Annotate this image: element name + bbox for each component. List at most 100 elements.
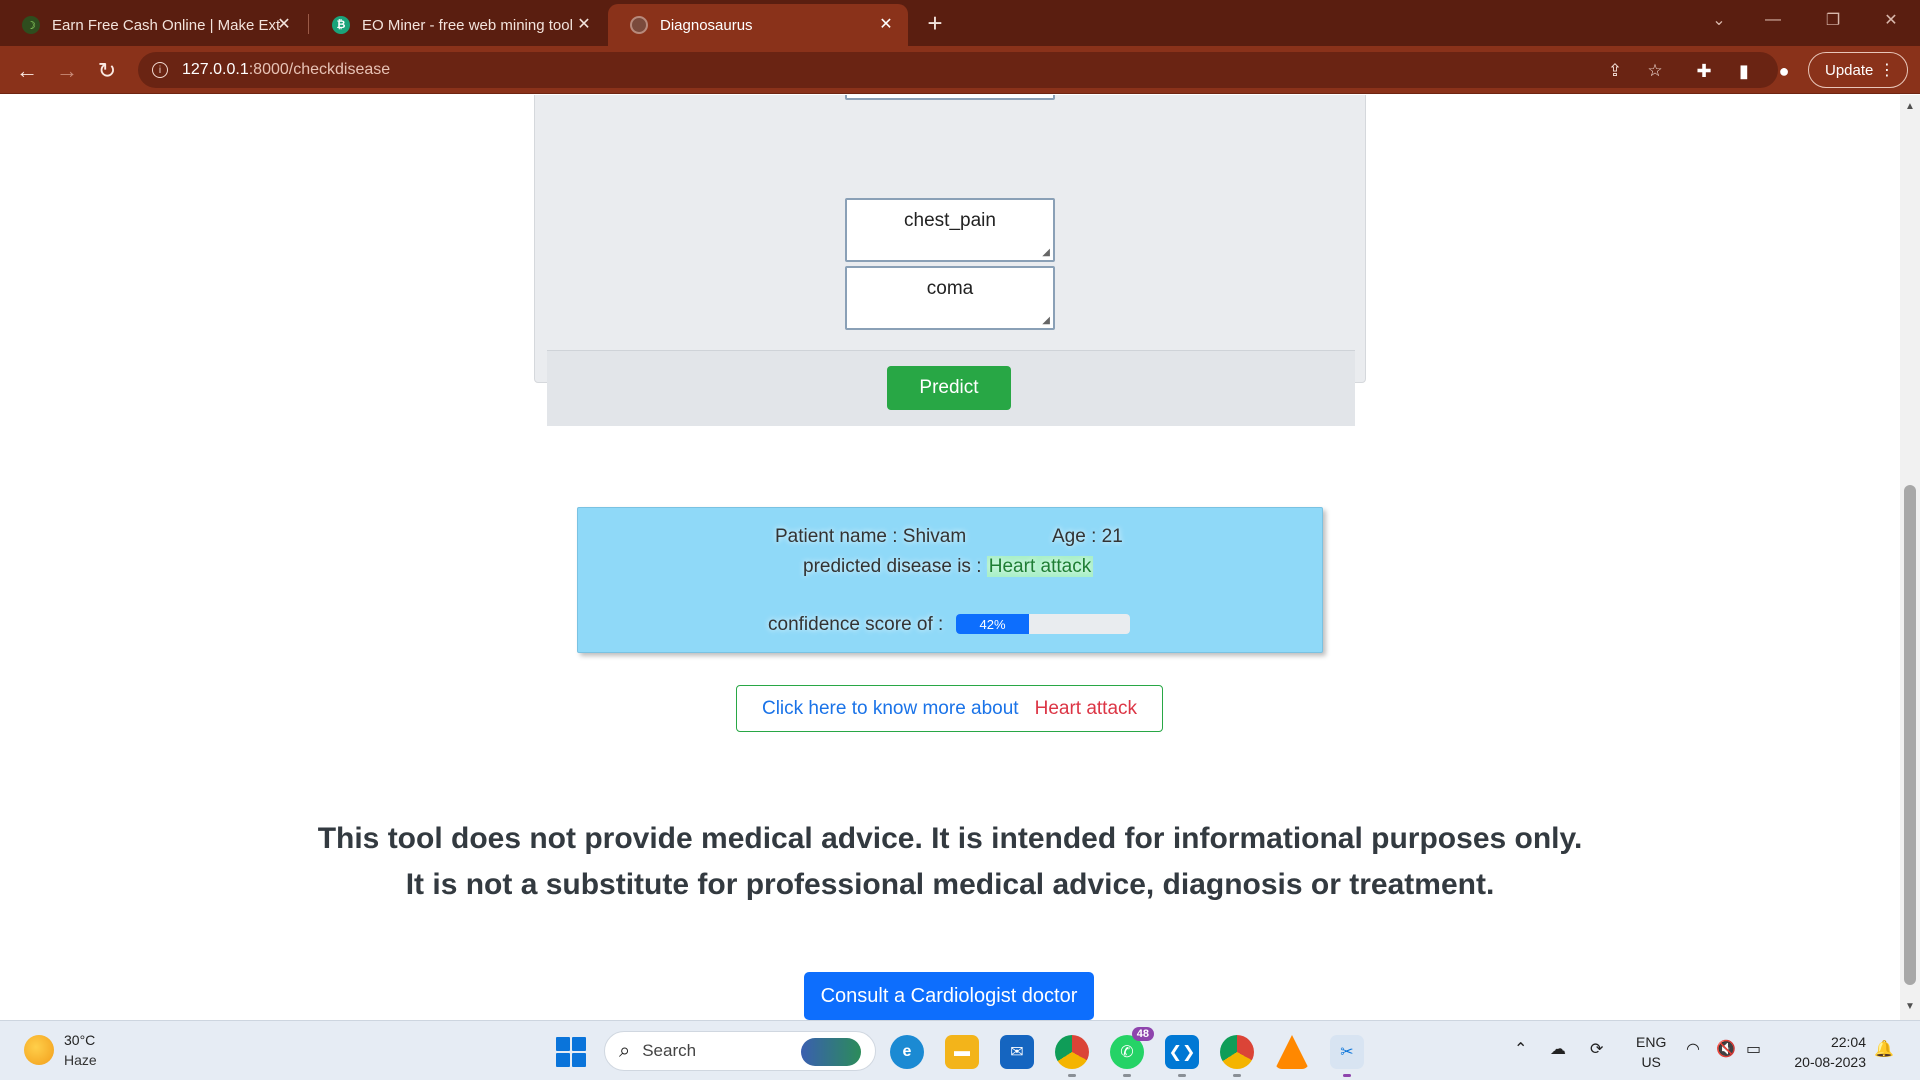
notification-badge: 48: [1131, 1027, 1154, 1041]
disclaimer-line-1: This tool does not provide medical advic…: [317, 822, 1583, 855]
scroll-up-icon[interactable]: ▲: [1904, 101, 1916, 115]
update-button[interactable]: Update ⋮: [1808, 52, 1908, 88]
symptom-value: chest_pain: [904, 210, 996, 231]
globe-favicon-icon: [630, 16, 648, 34]
profile-avatar-icon[interactable]: ●: [1772, 59, 1796, 83]
new-tab-button[interactable]: +: [920, 8, 950, 38]
bookmark-star-icon[interactable]: ☆: [1644, 60, 1666, 82]
browser-tab-strip: ☽ Earn Free Cash Online | Make Ext ✕ ₿ E…: [0, 0, 1920, 46]
predicted-disease-line: predicted disease is : Heart attack: [803, 556, 1094, 578]
site-info-icon[interactable]: i: [152, 62, 168, 78]
form-footer: Predict: [547, 350, 1355, 426]
tab-title: Diagnosaurus: [660, 16, 753, 34]
disclaimer-line-2: It is not a substitute for professional …: [405, 868, 1495, 901]
snipping-tool-icon[interactable]: ✂: [1330, 1035, 1364, 1077]
region-code: US: [1641, 1054, 1661, 1070]
running-indicator: [1123, 1074, 1131, 1077]
scroll-down-icon[interactable]: ▼: [1904, 1001, 1916, 1015]
resize-grip-icon[interactable]: ◢: [1042, 247, 1050, 258]
symptom-field[interactable]: coma ◢: [845, 266, 1055, 330]
scroll-thumb[interactable]: [1904, 485, 1916, 985]
know-more-link[interactable]: Click here to know more about Heart atta…: [736, 685, 1163, 732]
onedrive-sync-icon[interactable]: ☁: [1550, 1039, 1566, 1059]
reload-icon[interactable]: ↻: [92, 56, 122, 86]
tab-divider: [308, 14, 309, 34]
url-host: 127.0.0.1: [182, 61, 249, 78]
mail-icon[interactable]: ✉: [1000, 1035, 1034, 1069]
address-bar[interactable]: i 127.0.0.1 :8000/checkdisease ⇪ ☆: [138, 52, 1778, 88]
predicted-prefix: predicted disease is :: [803, 556, 987, 577]
symptom-field[interactable]: chest_pain ◢: [845, 198, 1055, 262]
predicted-disease: Heart attack: [986, 556, 1094, 577]
symptom-form-card: chest_pain ◢ coma ◢ Predict: [534, 95, 1366, 426]
predict-button[interactable]: Predict: [887, 366, 1011, 410]
weather-description[interactable]: Haze: [64, 1052, 97, 1068]
weather-temperature[interactable]: 30°C: [64, 1032, 95, 1048]
url-path: :8000/checkdisease: [248, 61, 391, 78]
vlc-icon[interactable]: [1275, 1035, 1309, 1069]
tab-diagnosaurus[interactable]: Diagnosaurus ✕: [608, 4, 908, 46]
running-indicator: [1068, 1074, 1076, 1077]
search-placeholder: Search: [642, 1041, 697, 1060]
symptom-value: coma: [926, 278, 974, 299]
patient-name: Patient name : Shivam: [775, 526, 967, 547]
chevron-up-icon[interactable]: ⌃: [1514, 1039, 1527, 1059]
crescent-favicon-icon: ☽: [22, 16, 40, 34]
symptom-field-partial[interactable]: [845, 95, 1055, 100]
chrome-icon[interactable]: [1220, 1035, 1254, 1077]
file-explorer-icon[interactable]: ▬: [945, 1035, 979, 1069]
confidence-label: confidence score of :: [768, 614, 944, 635]
running-indicator: [1233, 1074, 1241, 1077]
restore-icon[interactable]: ❐: [1806, 0, 1860, 40]
taskbar-search[interactable]: ⌕ Search: [604, 1031, 876, 1071]
language-indicator[interactable]: ENG US: [1636, 1032, 1666, 1072]
windows-taskbar: 30°C Haze ⌕ Search e ▬ ✉ ✆ 48 ❮❯ ✂ ⌃ ☁ ⟳ …: [0, 1020, 1920, 1080]
refresh-sync-icon[interactable]: ⟳: [1590, 1039, 1603, 1059]
minimize-icon[interactable]: —: [1746, 0, 1800, 40]
windows-start-icon[interactable]: [556, 1037, 586, 1067]
edge-browser-icon[interactable]: e: [890, 1035, 924, 1069]
close-icon[interactable]: ✕: [574, 14, 594, 34]
speaker-muted-icon[interactable]: 🔇: [1716, 1039, 1736, 1059]
consult-cardiologist-button[interactable]: Consult a Cardiologist doctor: [804, 972, 1094, 1020]
tab-eo-miner[interactable]: ₿ EO Miner - free web mining tool ✕: [310, 4, 606, 46]
active-indicator: [1343, 1074, 1351, 1077]
extensions-puzzle-icon[interactable]: ✚: [1692, 59, 1716, 83]
know-more-text: Click here to know more about: [761, 697, 1019, 719]
search-highlight-art-icon: [801, 1038, 861, 1066]
clock-time: 22:04: [1830, 1034, 1866, 1050]
share-icon[interactable]: ⇪: [1604, 60, 1626, 82]
kebab-menu-icon[interactable]: ⋮: [1879, 60, 1895, 80]
clock[interactable]: 22:04 20-08-2023: [1786, 1032, 1866, 1072]
patient-age: Age : 21: [1052, 526, 1123, 547]
forward-arrow-icon[interactable]: →: [52, 56, 82, 86]
window-close-icon[interactable]: ✕: [1864, 0, 1918, 40]
back-arrow-icon[interactable]: ←: [12, 56, 42, 86]
vscode-icon[interactable]: ❮❯: [1165, 1035, 1199, 1077]
notification-bell-icon[interactable]: 🔔: [1874, 1039, 1894, 1059]
weather-sun-icon[interactable]: [24, 1035, 54, 1065]
know-more-disease: Heart attack: [1034, 697, 1138, 719]
page-viewport: chest_pain ◢ coma ◢ Predict Patient name…: [0, 95, 1900, 1020]
tab-title: Earn Free Cash Online | Make Ext: [52, 16, 281, 34]
language-code: ENG: [1636, 1034, 1667, 1050]
resize-grip-icon[interactable]: ◢: [1042, 315, 1050, 326]
whatsapp-icon[interactable]: ✆ 48: [1110, 1027, 1154, 1077]
page-scrollbar[interactable]: ▲ ▼: [1900, 95, 1920, 1020]
clock-date: 20-08-2023: [1794, 1054, 1866, 1070]
wifi-icon[interactable]: ◠: [1686, 1039, 1700, 1059]
chrome-profile-icon[interactable]: [1055, 1035, 1089, 1077]
confidence-progress-bar: 42%: [956, 614, 1130, 634]
close-icon[interactable]: ✕: [876, 14, 896, 34]
running-indicator: [1178, 1074, 1186, 1077]
tab-earn-free-cash[interactable]: ☽ Earn Free Cash Online | Make Ext ✕: [0, 4, 306, 46]
result-card: Patient name : Shivam Age : 21 predicted…: [577, 507, 1323, 653]
battery-icon[interactable]: ▭: [1746, 1039, 1761, 1059]
update-label: Update: [1825, 61, 1874, 79]
search-icon: ⌕: [619, 1039, 631, 1062]
side-panel-icon[interactable]: ▮: [1732, 59, 1756, 83]
tab-title: EO Miner - free web mining tool: [362, 16, 573, 34]
confidence-progress-fill: 42%: [956, 614, 1030, 634]
close-icon[interactable]: ✕: [274, 14, 294, 34]
tab-search-chevron-icon[interactable]: ⌄: [1692, 0, 1746, 40]
